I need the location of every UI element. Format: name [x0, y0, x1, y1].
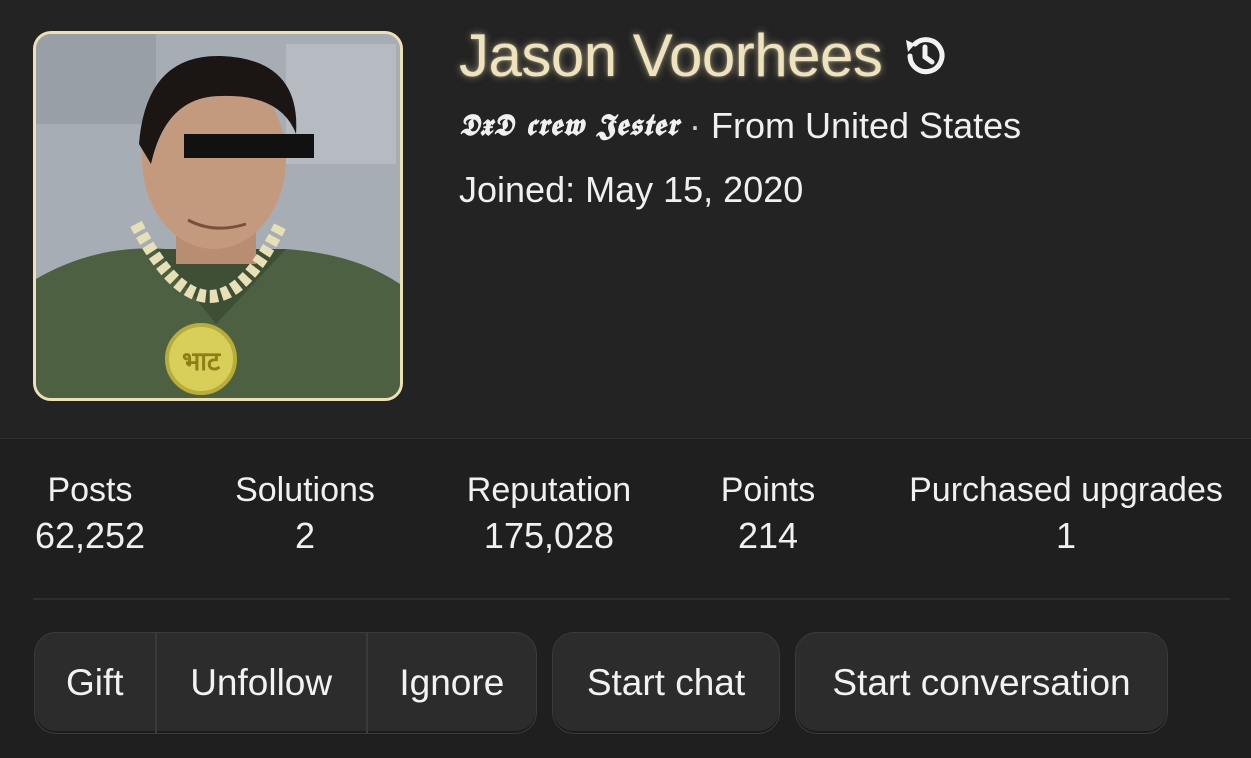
avatar-image: भाट: [36, 34, 400, 398]
joined-value: May 15, 2020: [585, 169, 804, 210]
stat-value: 214: [737, 515, 799, 556]
username[interactable]: Jason Voorhees: [459, 22, 883, 90]
stat-value: 62,252: [34, 515, 146, 556]
joined-label: Joined:: [459, 169, 576, 210]
location: From United States: [711, 105, 1022, 146]
ignore-button[interactable]: Ignore: [365, 633, 536, 733]
stat-value: 2: [294, 515, 316, 556]
stats-row: Posts 62,252 Solutions 2 Reputation 175,…: [0, 468, 1251, 568]
profile-header: भाट Jason Voorhees 𝕯𝖝𝕯 𝖈𝖗𝖊𝖜 𝕵𝖊𝖘𝖙𝖊𝖗 · Fro…: [0, 0, 1251, 439]
name-row: Jason Voorhees: [459, 22, 950, 90]
member-action-group: Gift Unfollow Ignore: [34, 632, 537, 734]
svg-text:भाट: भाट: [182, 347, 221, 377]
history-icon[interactable]: [900, 31, 950, 81]
stat-points[interactable]: Points 214: [708, 468, 828, 560]
stat-value: 1: [1055, 515, 1077, 556]
start-chat-group: Start chat: [552, 632, 780, 734]
stat-label: Points: [720, 471, 816, 509]
avatar[interactable]: भाट: [33, 31, 403, 401]
stat-posts[interactable]: Posts 62,252: [28, 468, 152, 560]
user-meta: 𝕯𝖝𝕯 𝖈𝖗𝖊𝖜 𝕵𝖊𝖘𝖙𝖊𝖗 · From United States: [459, 104, 1021, 148]
unfollow-button[interactable]: Unfollow: [154, 633, 366, 733]
start-conversation-button[interactable]: Start conversation: [796, 633, 1167, 733]
stat-label: Reputation: [466, 471, 632, 509]
meta-separator: ·: [689, 105, 701, 146]
stat-solutions[interactable]: Solutions 2: [222, 468, 388, 560]
joined-date: Joined: May 15, 2020: [459, 168, 803, 212]
stat-value: 175,028: [483, 515, 615, 556]
stat-purchased-upgrades[interactable]: Purchased upgrades 1: [896, 468, 1236, 560]
gift-button[interactable]: Gift: [35, 633, 155, 733]
stat-label: Solutions: [235, 471, 375, 509]
start-chat-button[interactable]: Start chat: [553, 633, 779, 733]
stat-label: Posts: [47, 471, 133, 509]
user-title: 𝕯𝖝𝕯 𝖈𝖗𝖊𝖜 𝕵𝖊𝖘𝖙𝖊𝖗: [459, 108, 679, 143]
stat-label: Purchased upgrades: [909, 471, 1223, 509]
divider: [33, 598, 1230, 600]
stat-reputation[interactable]: Reputation 175,028: [452, 468, 646, 560]
start-conversation-group: Start conversation: [795, 632, 1168, 734]
